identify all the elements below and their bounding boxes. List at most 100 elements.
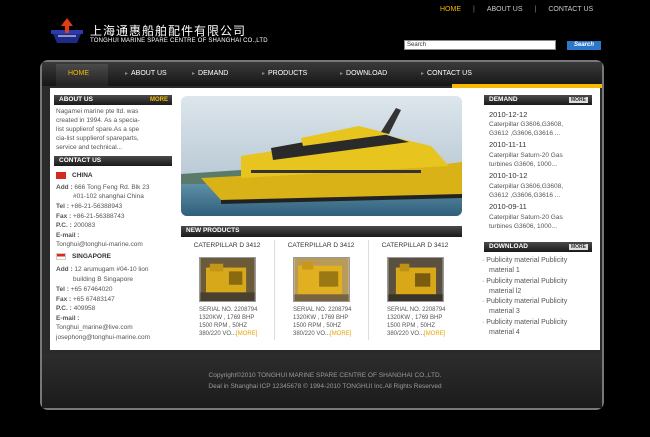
- about-us-header: ABOUT US MORE: [54, 95, 172, 105]
- about-us-title: ABOUT US: [59, 96, 93, 103]
- arrow-right-icon: ▸: [192, 71, 196, 77]
- fax-label: Fax :: [56, 213, 72, 220]
- product-more-link[interactable]: [MORE]: [236, 331, 257, 337]
- demand-date[interactable]: 2010-11-11: [489, 140, 526, 150]
- china-fax: +86-21-56388743: [72, 213, 125, 220]
- download-header: DOWNLOAD MORE: [484, 242, 592, 252]
- product-card[interactable]: CATERPILLAR D 3412 SERIAL NO. 2208794 13…: [275, 240, 367, 346]
- demand-more-link[interactable]: MORE: [569, 97, 588, 103]
- country-china: CHINA: [72, 172, 93, 179]
- download-more-link[interactable]: MORE: [569, 244, 588, 250]
- download-title: DOWNLOAD: [489, 243, 528, 250]
- country-singapore: SINGAPORE: [72, 253, 112, 260]
- about-text-line: list supplierof spare.As a spe: [56, 126, 140, 133]
- footer-icp: Deal in Shanghai ICP 12345678 © 1994-201…: [208, 383, 442, 390]
- top-nav-contact[interactable]: CONTACT US: [548, 6, 593, 13]
- top-nav: HOME | ABOUT US | CONTACT US: [440, 6, 593, 13]
- tel-label: Tel :: [56, 286, 69, 293]
- download-item[interactable]: · Publicity material Publicity: [482, 318, 567, 327]
- demand-date[interactable]: 2010-09-11: [489, 202, 527, 212]
- arrow-right-icon: ▸: [262, 71, 266, 77]
- nav-demand[interactable]: ▸ DEMAND: [192, 70, 228, 77]
- demand-header: DEMAND MORE: [484, 95, 592, 105]
- arrow-right-icon: ▸: [421, 71, 425, 77]
- arrow-right-icon: ▸: [125, 71, 129, 77]
- generator-image: [387, 257, 444, 302]
- product-spec: 1500 RPM , 50HZ: [199, 323, 248, 329]
- top-nav-about[interactable]: ABOUT US: [487, 6, 523, 13]
- footer-copyright: Copyright©2010 TONGHUI MARINE SPARE CENT…: [208, 372, 442, 379]
- add-label: Add :: [56, 184, 73, 191]
- product-spec: 380/220 VO...: [199, 331, 237, 337]
- china-address: 666 Tong Feng Rd. Blk 23: [74, 184, 150, 191]
- search-button[interactable]: Search: [567, 41, 601, 50]
- email-label: E-mail :: [56, 315, 80, 322]
- demand-desc: Caterpillar G3606,G3608,: [489, 121, 564, 128]
- download-item-cont[interactable]: material l2: [489, 287, 521, 296]
- download-item[interactable]: · Publicity material Publicity: [482, 277, 567, 286]
- nav-contact-us[interactable]: ▸ CONTACT US: [421, 70, 472, 77]
- about-text-line: cia-list supplierof spareparts,: [56, 135, 139, 142]
- sg-tel: +65 67464020: [70, 286, 113, 293]
- nav-about-us[interactable]: ▸ ABOUT US: [125, 70, 167, 77]
- sg-email-link[interactable]: Tonghui_marine@live.com: [56, 324, 133, 332]
- generator-image: [199, 257, 256, 302]
- new-products-header: NEW PRODUCTS: [181, 226, 462, 237]
- product-title: CATERPILLAR D 3412: [381, 242, 449, 249]
- sg-address-line2: building B Singapore: [73, 276, 133, 283]
- product-title: CATERPILLAR D 3412: [287, 242, 355, 249]
- about-text-line: service and technical...: [56, 144, 123, 151]
- sg-address: 12 arumugam #04-10 lion: [74, 266, 149, 273]
- product-spec: 1500 RPM , 50HZ: [293, 323, 342, 329]
- pc-label: P.C. :: [56, 222, 72, 229]
- demand-desc: turbines G3606, 1000...: [489, 161, 557, 168]
- product-more-link[interactable]: [MORE]: [330, 331, 351, 337]
- top-nav-home[interactable]: HOME: [440, 6, 461, 13]
- nav-download[interactable]: ▸ DOWNLOAD: [340, 70, 387, 77]
- new-products-title: NEW PRODUCTS: [186, 227, 240, 234]
- china-tel: +86-21-56388943: [70, 203, 123, 210]
- sg-email-link-2[interactable]: josephong@tonghui-marine.com: [56, 334, 150, 342]
- nav-products[interactable]: ▸ PRODUCTS: [262, 70, 307, 77]
- product-card[interactable]: CATERPILLAR D 3412 SERIAL NO. 2208794 13…: [369, 240, 461, 346]
- product-spec: 380/220 VO...: [387, 331, 425, 337]
- demand-desc: G3612 ,G3606,G3616 ...: [489, 130, 561, 137]
- product-spec: 1320KW , 1769 BHP: [387, 315, 443, 321]
- singapore-flag-icon: [56, 253, 66, 260]
- download-item-cont[interactable]: material 3: [489, 307, 520, 316]
- add-label: Add :: [56, 266, 73, 273]
- china-email-link[interactable]: Tonghui@tonghui-marine.com: [56, 241, 143, 249]
- arrow-right-icon: ▸: [340, 71, 344, 77]
- product-more-link[interactable]: [MORE]: [424, 331, 445, 337]
- demand-desc: Caterpillar Saturn-20 Gas: [489, 214, 563, 221]
- search-input[interactable]: Search: [404, 40, 556, 50]
- product-serial: SERIAL NO. 2208794: [293, 307, 352, 313]
- product-spec: 1320KW , 1769 BHP: [293, 315, 349, 321]
- sg-postcode: 409958: [73, 305, 96, 312]
- product-spec: 380/220 VO...: [293, 331, 331, 337]
- download-item[interactable]: · Publicity material Publicity: [482, 256, 567, 265]
- contact-us-header: CONTACT US: [54, 156, 172, 166]
- company-name-cn: 上海通惠船舶配件有限公司: [90, 24, 247, 38]
- company-logo: [51, 18, 83, 43]
- tel-label: Tel :: [56, 203, 69, 210]
- product-spec: 1500 RPM , 50HZ: [387, 323, 436, 329]
- product-card[interactable]: CATERPILLAR D 3412 SERIAL NO. 2208794 13…: [181, 240, 273, 346]
- hero-ship-image: [181, 96, 462, 216]
- download-item-cont[interactable]: material 1: [489, 266, 520, 275]
- nav-home[interactable]: HOME: [68, 70, 89, 77]
- demand-title: DEMAND: [489, 96, 518, 103]
- about-more-link[interactable]: MORE: [150, 95, 168, 105]
- download-item[interactable]: · Publicity material Publicity: [482, 297, 567, 306]
- top-nav-separator: |: [473, 6, 475, 13]
- contact-us-title: CONTACT US: [59, 157, 102, 164]
- fax-label: Fax :: [56, 296, 72, 303]
- china-flag-icon: [56, 172, 66, 179]
- demand-date[interactable]: 2010-12-12: [489, 110, 527, 120]
- product-title: CATERPILLAR D 3412: [193, 242, 261, 249]
- demand-desc: Caterpillar Saturn-20 Gas: [489, 152, 563, 159]
- pc-label: P.C. :: [56, 305, 72, 312]
- demand-date[interactable]: 2010-10-12: [489, 171, 527, 181]
- china-address-line2: #01-102 shanghai China: [73, 193, 144, 200]
- download-item-cont[interactable]: material 4: [489, 328, 520, 337]
